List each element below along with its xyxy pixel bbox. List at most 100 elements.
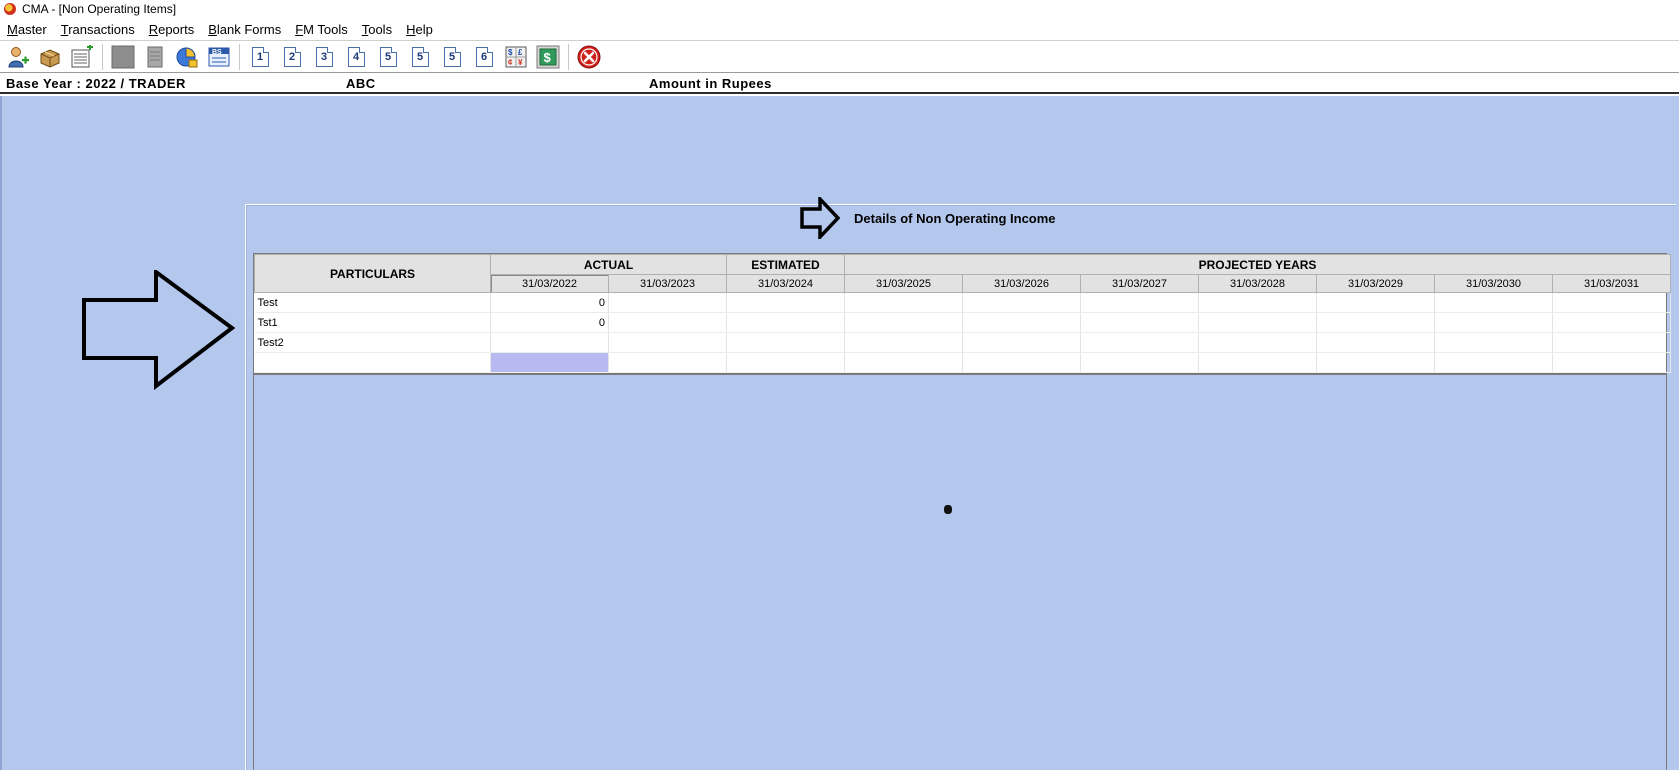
value-cell[interactable]: [608, 292, 728, 313]
value-cell[interactable]: [1552, 312, 1672, 333]
value-cell[interactable]: [844, 352, 964, 373]
date-column-header[interactable]: 31/03/2029: [1316, 274, 1436, 293]
chart-icon[interactable]: [173, 43, 201, 71]
particular-cell[interactable]: Test2: [254, 332, 491, 353]
menu-mnemonic: R: [148, 22, 159, 37]
value-cell[interactable]: [962, 292, 1082, 313]
page-2-button[interactable]: 2: [278, 43, 306, 71]
add-sheet-icon[interactable]: [68, 43, 96, 71]
page-number-icon: 5: [379, 46, 397, 67]
value-cell[interactable]: 0: [490, 312, 609, 333]
page-3-button[interactable]: 3: [310, 43, 338, 71]
page-1-button[interactable]: 1: [246, 43, 274, 71]
value-cell[interactable]: [1316, 292, 1436, 313]
particular-cell[interactable]: Tst1: [254, 312, 491, 333]
value-cell[interactable]: [1080, 332, 1200, 353]
value-cell[interactable]: [1080, 352, 1200, 373]
value-cell[interactable]: [608, 352, 728, 373]
menu-label: elp: [415, 22, 433, 37]
menu-label: eports: [158, 22, 195, 37]
menu-item-3[interactable]: Blank Forms: [201, 22, 288, 37]
page-number-icon: 1: [251, 46, 269, 67]
menu-item-5[interactable]: Tools: [355, 22, 399, 37]
date-column-header[interactable]: 31/03/2026: [962, 274, 1082, 293]
grid-empty-area: [253, 374, 1667, 770]
value-cell[interactable]: [844, 312, 964, 333]
toolbar-separator: [239, 43, 240, 70]
menu-label: aster: [17, 22, 47, 37]
value-cell[interactable]: [1552, 292, 1672, 313]
value-cell[interactable]: [1552, 332, 1672, 353]
document-icon[interactable]: [141, 43, 169, 71]
value-cell[interactable]: [490, 332, 609, 353]
data-grid: PARTICULARS ACTUAL ESTIMATED PROJECTED Y…: [253, 253, 1672, 374]
particular-cell[interactable]: [254, 352, 491, 373]
menu-item-2[interactable]: Reports: [142, 22, 202, 37]
menu-mnemonic: M: [7, 22, 18, 37]
value-cell[interactable]: [726, 332, 846, 353]
value-cell[interactable]: [726, 312, 846, 333]
date-column-header[interactable]: 31/03/2031: [1552, 274, 1672, 293]
page-5-button[interactable]: 5: [374, 43, 402, 71]
value-cell[interactable]: [1198, 292, 1318, 313]
value-cell[interactable]: [1434, 332, 1554, 353]
page-6-button[interactable]: 6: [470, 43, 498, 71]
date-column-header[interactable]: 31/03/2030: [1434, 274, 1554, 293]
dollar-icon[interactable]: $: [534, 43, 562, 71]
formula-icon[interactable]: $ £ ¢ ¥: [502, 43, 530, 71]
base-year-label: Base Year : 2022 / TRADER: [6, 76, 186, 91]
menu-item-6[interactable]: Help: [399, 22, 440, 37]
page-5-button[interactable]: 5: [406, 43, 434, 71]
boxes-icon[interactable]: [36, 43, 64, 71]
value-cell[interactable]: [962, 352, 1082, 373]
value-cell[interactable]: [962, 332, 1082, 353]
svg-text:$: $: [544, 50, 552, 65]
page-4-button[interactable]: 4: [342, 43, 370, 71]
date-column-header[interactable]: 31/03/2027: [1080, 274, 1200, 293]
value-cell[interactable]: [844, 332, 964, 353]
info-bar: Base Year : 2022 / TRADER ABC Amount in …: [0, 74, 1679, 94]
value-cell[interactable]: [1198, 312, 1318, 333]
date-column-header[interactable]: 31/03/2024: [726, 274, 846, 293]
menu-label: M Tools: [303, 22, 348, 37]
date-column-header[interactable]: 31/03/2025: [844, 274, 964, 293]
value-cell[interactable]: [726, 352, 846, 373]
value-cell[interactable]: [1434, 292, 1554, 313]
value-cell[interactable]: [1080, 292, 1200, 313]
value-cell[interactable]: [844, 292, 964, 313]
bs-icon[interactable]: BS: [205, 43, 233, 71]
value-cell[interactable]: [1434, 352, 1554, 373]
date-column-header[interactable]: 31/03/2028: [1198, 274, 1318, 293]
value-cell[interactable]: [1316, 312, 1436, 333]
page-5-button[interactable]: 5: [438, 43, 466, 71]
value-cell[interactable]: [1316, 332, 1436, 353]
form-header: Details of Non Operating Income: [800, 197, 1056, 239]
value-cell[interactable]: [726, 292, 846, 313]
toolbar-separator: [568, 43, 569, 70]
value-cell[interactable]: [1198, 332, 1318, 353]
menu-item-4[interactable]: FM Tools: [288, 22, 355, 37]
menu-item-0[interactable]: Master: [0, 22, 54, 37]
menu-item-1[interactable]: Transactions: [54, 22, 142, 37]
value-cell[interactable]: [608, 332, 728, 353]
value-cell[interactable]: [962, 312, 1082, 333]
add-user-icon[interactable]: [4, 43, 32, 71]
particular-cell[interactable]: Test: [254, 292, 491, 313]
close-icon[interactable]: [575, 43, 603, 71]
toolbar: BS 12345556 $ £ ¢ ¥ $: [0, 40, 1679, 73]
value-cell[interactable]: [1552, 352, 1672, 373]
actual-header: ACTUAL: [489, 254, 728, 275]
value-cell[interactable]: [1198, 352, 1318, 373]
value-cell[interactable]: [1080, 312, 1200, 333]
grey-square-icon[interactable]: [109, 43, 137, 71]
value-cell[interactable]: [490, 352, 609, 373]
value-cell[interactable]: [1316, 352, 1436, 373]
value-cell[interactable]: [608, 312, 728, 333]
app-icon: [4, 2, 16, 15]
date-column-header[interactable]: 31/03/2023: [607, 274, 728, 293]
value-cell[interactable]: [1434, 312, 1554, 333]
table-row: [254, 352, 1672, 373]
date-column-header[interactable]: 31/03/2022: [490, 274, 609, 293]
menu-label: ools: [368, 22, 393, 37]
value-cell[interactable]: 0: [490, 292, 609, 313]
